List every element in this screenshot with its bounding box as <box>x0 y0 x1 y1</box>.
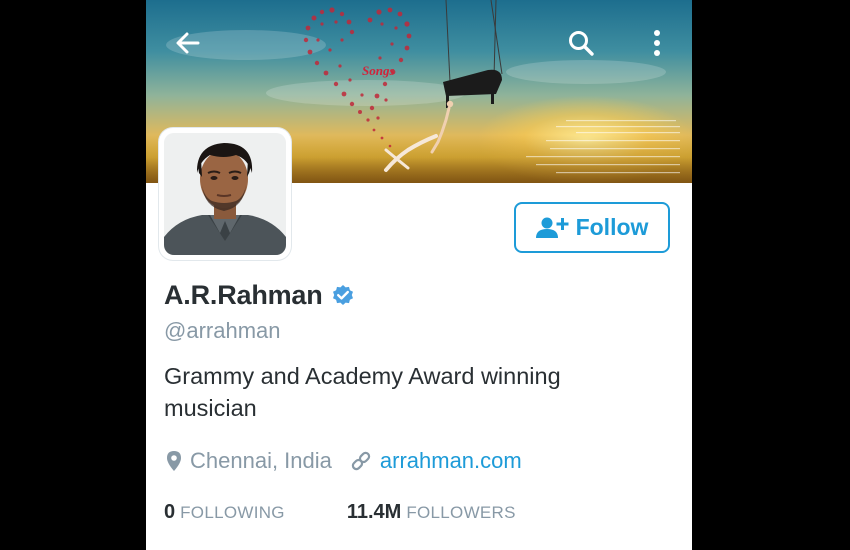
arrow-left-icon <box>176 32 200 54</box>
profile-handle: @arrahman <box>164 318 281 343</box>
profile-website-link[interactable]: arrahman.com <box>380 448 522 474</box>
location-pin-icon <box>167 451 181 471</box>
follow-button-label: Follow <box>575 214 649 240</box>
profile-bio: Grammy and Academy Award winning musicia… <box>164 363 561 421</box>
followers-stat[interactable]: 11.4M FOLLOWERS <box>347 501 516 524</box>
followers-label: FOLLOWERS <box>406 503 516 522</box>
following-label: FOLLOWING <box>180 503 285 522</box>
following-stat[interactable]: 0 FOLLOWING <box>164 501 285 524</box>
profile-screen: Songs Follow A.R.Rahman @arrahman Grammy… <box>146 0 692 550</box>
search-button[interactable] <box>561 23 601 63</box>
follow-button[interactable]: Follow <box>514 202 670 253</box>
followers-count: 11.4M <box>346 501 402 523</box>
verified-badge-icon <box>332 284 353 305</box>
profile-location: Chennai, India <box>190 448 332 473</box>
profile-photo <box>164 133 286 255</box>
following-count: 0 <box>164 501 176 523</box>
profile-stats: 0 FOLLOWING 11.4M FOLLOWERS <box>164 501 516 524</box>
songs-title-text: Songs <box>362 63 395 78</box>
avatar <box>164 133 286 255</box>
search-icon <box>569 31 594 56</box>
profile-name-row: A.R.Rahman <box>164 280 355 311</box>
add-user-icon <box>535 217 569 238</box>
profile-name: A.R.Rahman <box>164 280 323 310</box>
profile-meta-row: Chennai, India arrahman.com <box>166 448 522 474</box>
avatar-frame[interactable] <box>159 128 291 260</box>
more-vertical-icon <box>654 30 660 56</box>
more-options-button[interactable] <box>637 23 677 63</box>
back-button[interactable] <box>168 23 208 63</box>
link-icon <box>351 451 371 471</box>
